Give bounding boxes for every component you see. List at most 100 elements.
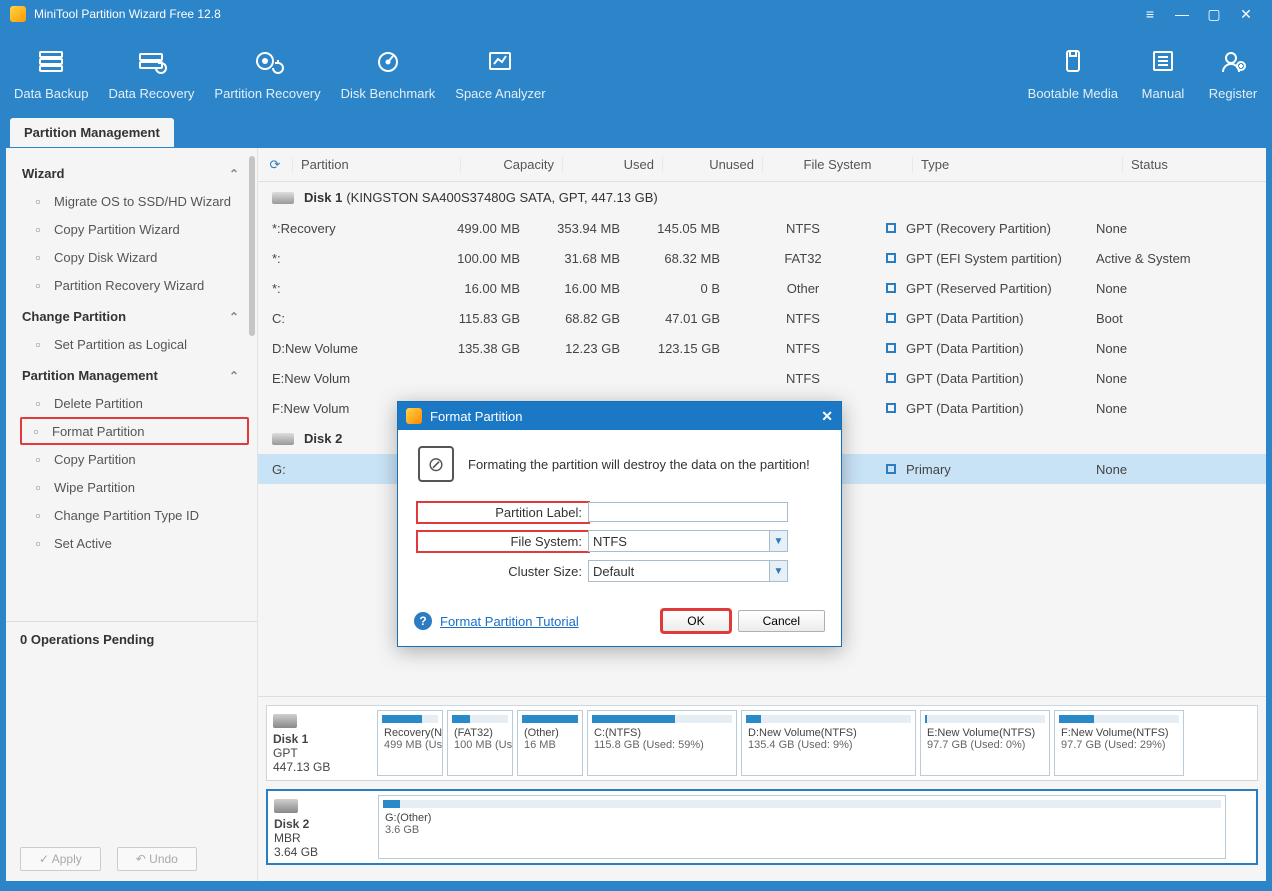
disk-map-segment[interactable]: Recovery(N499 MB (Use [377, 710, 443, 776]
sidebar-item-copy-partition-wizard[interactable]: ▫Copy Partition Wizard [22, 215, 249, 243]
set-logical-icon: ▫ [28, 336, 48, 352]
tab-partition-management[interactable]: Partition Management [10, 118, 174, 147]
set-active-icon: ▫ [28, 535, 48, 551]
disk-icon [273, 714, 297, 728]
sidebar-group-partition-management[interactable]: Partition Management⌃ [22, 358, 249, 389]
sidebar-group-wizard[interactable]: Wizard⌃ [22, 156, 249, 187]
tutorial-link[interactable]: Format Partition Tutorial [440, 614, 579, 629]
format-partition-icon: ▫ [26, 423, 46, 439]
sidebar-item-format-partition[interactable]: ▫Format Partition [20, 417, 249, 445]
cluster-size-combo[interactable]: Default ▼ [588, 560, 788, 582]
sidebar-item-copy-disk-wizard[interactable]: ▫Copy Disk Wizard [22, 243, 249, 271]
sidebar-item-set-active[interactable]: ▫Set Active [22, 529, 249, 557]
partition-row[interactable]: *:16.00 MB16.00 MB0 BOtherGPT (Reserved … [258, 273, 1266, 303]
column-capacity[interactable]: Capacity [460, 157, 562, 172]
data-recovery-icon [131, 46, 171, 76]
chevron-up-icon: ⌃ [229, 310, 239, 324]
partition-label-input[interactable] [588, 502, 788, 522]
title-bar: MiniTool Partition Wizard Free 12.8 ≡ — … [0, 0, 1272, 28]
column-filesystem[interactable]: File System [762, 157, 912, 172]
type-box-icon [886, 373, 896, 383]
disk-map[interactable]: Disk 1GPT447.13 GBRecovery(N499 MB (Use(… [266, 705, 1258, 781]
copy-partition-wizard-icon: ▫ [28, 221, 48, 237]
tool-manual[interactable]: Manual [1128, 40, 1198, 107]
sidebar-item-partition-recovery-wizard[interactable]: ▫Partition Recovery Wizard [22, 271, 249, 299]
chevron-down-icon[interactable]: ▼ [769, 561, 787, 581]
bootable-media-icon [1053, 46, 1093, 76]
undo-button[interactable]: ↶ Undo [117, 847, 197, 871]
chevron-down-icon[interactable]: ▼ [769, 531, 787, 551]
partition-row[interactable]: C:115.83 GB68.82 GB47.01 GBNTFSGPT (Data… [258, 303, 1266, 333]
sidebar-item-wipe-partition[interactable]: ▫Wipe Partition [22, 473, 249, 501]
close-button[interactable]: ✕ [1230, 6, 1262, 23]
dialog-titlebar[interactable]: Format Partition ✕ [398, 402, 841, 430]
tool-space-analyzer[interactable]: Space Analyzer [445, 40, 555, 107]
sidebar-scrollbar[interactable] [249, 156, 255, 881]
warning-icon [418, 446, 454, 482]
sidebar-item-set-partition-as-logical[interactable]: ▫Set Partition as Logical [22, 330, 249, 358]
partition-row[interactable]: D:New Volume135.38 GB12.23 GB123.15 GBNT… [258, 333, 1266, 363]
maximize-button[interactable]: ▢ [1198, 6, 1230, 23]
partition-row[interactable]: *:100.00 MB31.68 MB68.32 MBFAT32GPT (EFI… [258, 243, 1266, 273]
label-cluster-size: Cluster Size: [418, 564, 588, 579]
help-icon[interactable]: ? [414, 612, 432, 630]
operations-pending: 0 Operations Pending [20, 632, 243, 647]
tab-strip: Partition Management [0, 118, 1272, 148]
change-type-id-icon: ▫ [28, 507, 48, 523]
sidebar-item-delete-partition[interactable]: ▫Delete Partition [22, 389, 249, 417]
sidebar-item-change-partition-type-id[interactable]: ▫Change Partition Type ID [22, 501, 249, 529]
column-type[interactable]: Type [912, 157, 1122, 172]
partition-row[interactable]: E:New VolumNTFSGPT (Data Partition)None [258, 363, 1266, 393]
label-file-system: File System: [418, 532, 588, 551]
sidebar-item-migrate-os-to-ssd-hd-wizard[interactable]: ▫Migrate OS to SSD/HD Wizard [22, 187, 249, 215]
chevron-up-icon: ⌃ [229, 167, 239, 181]
dialog-logo-icon [406, 408, 422, 424]
space-analyzer-icon [480, 46, 520, 76]
partition-row[interactable]: *:Recovery499.00 MB353.94 MB145.05 MBNTF… [258, 213, 1266, 243]
dialog-title: Format Partition [430, 409, 522, 424]
app-logo-icon [10, 6, 26, 22]
type-box-icon [886, 313, 896, 323]
tool-partition-recovery[interactable]: Partition Recovery [204, 40, 330, 107]
column-used[interactable]: Used [562, 157, 662, 172]
column-status[interactable]: Status [1122, 157, 1266, 172]
tool-data-backup[interactable]: Data Backup [4, 40, 98, 107]
label-partition-label: Partition Label: [418, 503, 588, 522]
dialog-close-button[interactable]: ✕ [821, 408, 833, 425]
tool-bootable-media[interactable]: Bootable Media [1018, 40, 1128, 107]
disk-map-segment[interactable]: (Other)16 MB [517, 710, 583, 776]
refresh-button[interactable]: ⟳ [258, 157, 292, 173]
disk-header[interactable]: Disk 1(KINGSTON SA400S37480G SATA, GPT, … [258, 182, 1266, 213]
file-system-combo[interactable]: NTFS ▼ [588, 530, 788, 552]
copy-partition-icon: ▫ [28, 451, 48, 467]
apply-button[interactable]: ✓ Apply [20, 847, 101, 871]
column-partition[interactable]: Partition [292, 157, 460, 172]
tool-data-recovery[interactable]: Data Recovery [98, 40, 204, 107]
data-backup-icon [31, 46, 71, 76]
sidebar-group-change-partition[interactable]: Change Partition⌃ [22, 299, 249, 330]
type-box-icon [886, 464, 896, 474]
disk-map[interactable]: Disk 2MBR3.64 GBG:(Other)3.6 GB [266, 789, 1258, 865]
minimize-button[interactable]: — [1166, 6, 1198, 22]
disk-map-segment[interactable]: G:(Other)3.6 GB [378, 795, 1226, 859]
type-box-icon [886, 223, 896, 233]
sidebar-item-copy-partition[interactable]: ▫Copy Partition [22, 445, 249, 473]
partition-recovery-wizard-icon: ▫ [28, 277, 48, 293]
tool-register[interactable]: Register [1198, 40, 1268, 107]
wipe-partition-icon: ▫ [28, 479, 48, 495]
ok-button[interactable]: OK [662, 610, 729, 632]
tool-disk-benchmark[interactable]: Disk Benchmark [331, 40, 446, 107]
app-title: MiniTool Partition Wizard Free 12.8 [34, 7, 221, 21]
disk-map-segment[interactable]: E:New Volume(NTFS)97.7 GB (Used: 0%) [920, 710, 1050, 776]
warning-text: Formating the partition will destroy the… [468, 457, 810, 472]
type-box-icon [886, 403, 896, 413]
chevron-up-icon: ⌃ [229, 369, 239, 383]
cancel-button[interactable]: Cancel [738, 610, 825, 632]
disk-map-segment[interactable]: C:(NTFS)115.8 GB (Used: 59%) [587, 710, 737, 776]
format-partition-dialog: Format Partition ✕ Formating the partiti… [397, 401, 842, 647]
disk-map-segment[interactable]: D:New Volume(NTFS)135.4 GB (Used: 9%) [741, 710, 916, 776]
disk-map-segment[interactable]: (FAT32)100 MB (Use [447, 710, 513, 776]
disk-map-segment[interactable]: F:New Volume(NTFS)97.7 GB (Used: 29%) [1054, 710, 1184, 776]
menu-button[interactable]: ≡ [1134, 6, 1166, 22]
column-unused[interactable]: Unused [662, 157, 762, 172]
